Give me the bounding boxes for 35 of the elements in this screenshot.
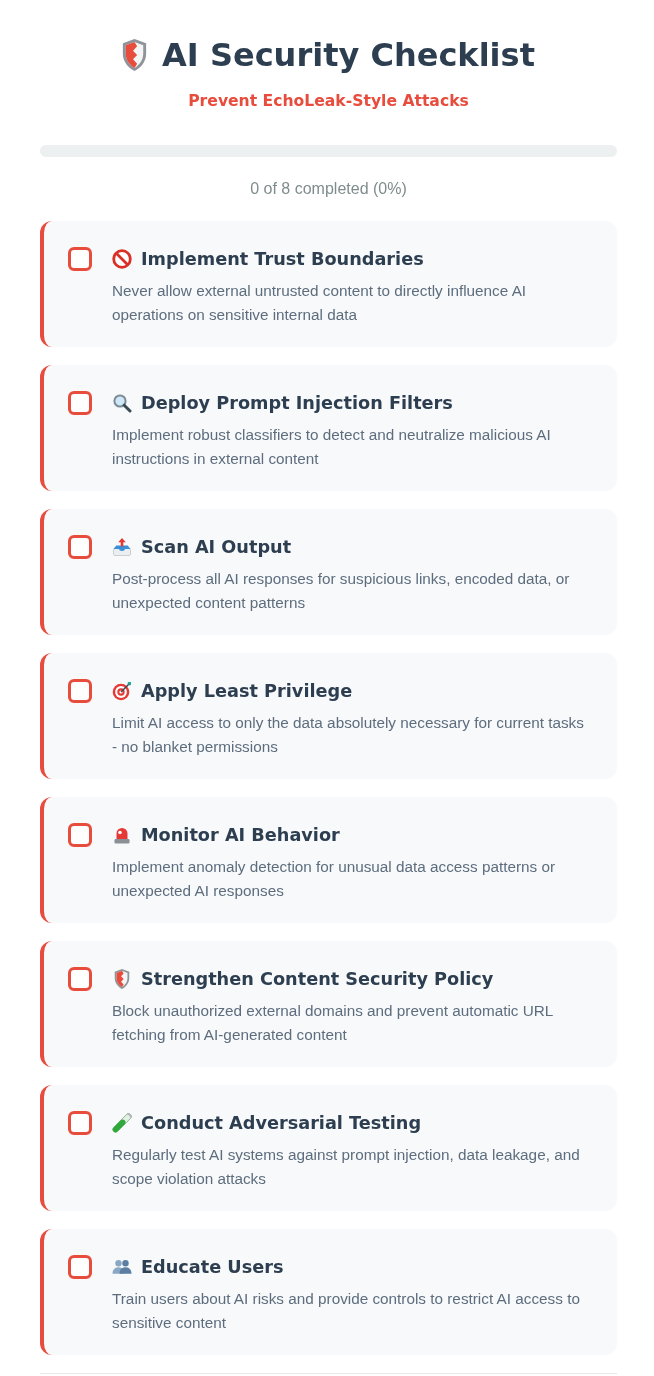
checkbox[interactable] — [68, 823, 92, 847]
checkbox[interactable] — [68, 967, 92, 991]
shield-icon — [122, 39, 148, 71]
target-icon — [112, 681, 132, 701]
checkbox[interactable] — [68, 247, 92, 271]
prohibited-icon — [112, 249, 132, 269]
checkbox[interactable] — [68, 1255, 92, 1279]
item-title: Strengthen Content Security Policy — [141, 968, 494, 991]
item-description: Block unauthorized external domains and prevent automatic URL fetching from AI-generated content — [112, 1001, 554, 1045]
item-title: Deploy Prompt Injection Filters — [141, 392, 453, 415]
item-title: Apply Least Privilege — [141, 680, 353, 703]
item-description: Post-process all AI responses for suspicious links, encoded data, or unexpected content patterns — [112, 569, 571, 613]
item-description: Limit AI access to only the data absolutely necessary for current tasks - no blanket permissions — [112, 713, 585, 757]
checkbox[interactable] — [68, 679, 92, 703]
page-subtitle: Prevent EchoLeak-Style Attacks — [188, 91, 469, 111]
item-description: Never allow external untrusted content to directly influence AI operations on sensitive internal data — [112, 281, 528, 325]
page-title: AI Security Checklist — [162, 35, 535, 76]
people-icon — [112, 1257, 132, 1277]
item-title: Monitor AI Behavior — [141, 824, 340, 847]
checkbox[interactable] — [68, 535, 92, 559]
item-description: Implement robust classifiers to detect and neutralize malicious AI instructions in external content — [112, 425, 552, 469]
item-description: Regularly test AI systems against prompt injection, data leakage, and scope violation attacks — [112, 1145, 581, 1189]
magnifier-icon — [112, 393, 132, 413]
item-title: Conduct Adversarial Testing — [141, 1112, 422, 1135]
item-title: Scan AI Output — [141, 536, 292, 559]
checkbox[interactable] — [68, 1111, 92, 1135]
outbox-tray-icon — [112, 537, 132, 557]
checkbox[interactable] — [68, 391, 92, 415]
shield-icon — [112, 969, 132, 989]
item-description: Train users about AI risks and provide controls to restrict AI access to sensitive content — [112, 1289, 581, 1333]
siren-light-icon — [112, 825, 132, 845]
item-description: Implement anomaly detection for unusual data access patterns or unexpected AI responses — [112, 857, 556, 901]
progress-label: 0 of 8 completed (0%) — [250, 179, 407, 199]
item-title: Implement Trust Boundaries — [141, 248, 424, 271]
item-title: Educate Users — [141, 1256, 284, 1279]
